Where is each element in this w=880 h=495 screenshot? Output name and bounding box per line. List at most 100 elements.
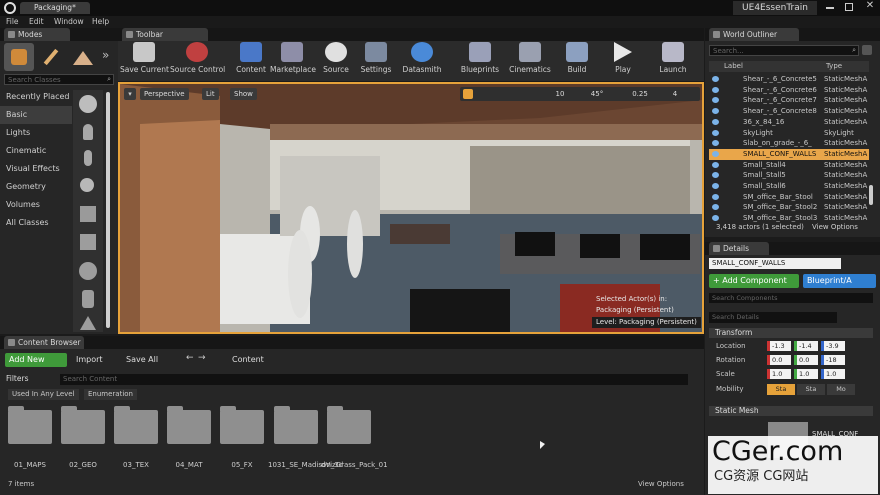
show-button[interactable]: Show (230, 88, 257, 100)
menu-help[interactable]: Help (92, 16, 109, 28)
category-cinematic[interactable]: Cinematic (0, 142, 72, 160)
category-all-classes[interactable]: All Classes (0, 214, 72, 232)
eye-icon[interactable] (712, 76, 719, 82)
cinematics-button[interactable]: Cinematics (508, 40, 552, 80)
outliner-row[interactable]: SMALL_CONF_WALLS StaticMeshA (709, 148, 869, 160)
static-mesh-header[interactable]: Static Mesh (709, 406, 873, 416)
outliner-row[interactable]: SM_office_Bar_Stool2 StaticMeshA (709, 202, 869, 213)
scale-x[interactable]: 1.0 (767, 369, 791, 379)
camera-speed-value[interactable]: 4 (668, 88, 682, 100)
outliner-col-label[interactable]: Label (724, 61, 743, 72)
eye-icon[interactable] (712, 108, 719, 115)
marketplace-button[interactable]: Marketplace (270, 40, 316, 80)
rot-snap-value[interactable]: 45° (586, 88, 608, 100)
viewport[interactable]: ▾ Perspective Lit Show 10 45° 0.25 4 Sel… (118, 82, 704, 334)
close-button[interactable]: ✕ (864, 0, 876, 14)
add-new-button[interactable]: Add New (5, 353, 67, 367)
source-button[interactable]: Source (320, 40, 352, 80)
actor-playerstart-icon[interactable] (80, 206, 96, 222)
content-path[interactable]: Content (232, 353, 264, 367)
outliner-col-type[interactable]: Type (826, 61, 842, 72)
modes-search-input[interactable]: Search Classes ⌕ (4, 74, 114, 85)
add-component-button[interactable]: + Add Component (709, 274, 799, 288)
launch-button[interactable]: Launch (656, 40, 690, 80)
folder-icon[interactable] (61, 406, 105, 444)
eye-icon[interactable] (712, 118, 719, 125)
eye-icon[interactable] (712, 129, 719, 136)
place-mode-button[interactable] (4, 43, 34, 71)
content-button[interactable]: Content (234, 40, 268, 80)
eye-icon[interactable] (712, 161, 719, 168)
lit-button[interactable]: Lit (202, 88, 219, 100)
filters-button[interactable]: Filters (6, 374, 28, 383)
content-search-input[interactable]: Search Content (60, 374, 688, 385)
rotation-x[interactable]: 0.0 (767, 355, 791, 365)
build-button[interactable]: Build (562, 40, 592, 80)
settings-button[interactable]: Settings (358, 40, 394, 80)
search-components-input[interactable]: Search Components (709, 293, 873, 303)
outliner-search-input[interactable]: Search... ⌕ (709, 45, 859, 56)
folder-icon[interactable] (220, 406, 264, 444)
viewport-options-button[interactable]: ▾ (124, 88, 136, 100)
level-tab[interactable]: Packaging* (20, 2, 90, 14)
save-current-button[interactable]: Save Current (120, 40, 169, 80)
location-z[interactable]: -3.9 (821, 341, 845, 351)
forward-arrow-icon[interactable]: → (198, 353, 206, 363)
minimize-button[interactable] (826, 7, 834, 9)
actor-cone-icon[interactable] (80, 316, 96, 330)
eye-icon[interactable] (712, 172, 719, 179)
folder-icon[interactable] (8, 406, 52, 444)
location-y[interactable]: -1.4 (794, 341, 818, 351)
menu-window[interactable]: Window (54, 16, 84, 28)
actor-sphere2-icon[interactable] (79, 262, 97, 280)
menu-file[interactable]: File (6, 16, 19, 28)
outliner-row[interactable]: Small_Stall6 StaticMeshA (709, 181, 869, 192)
rotation-y[interactable]: 0.0 (794, 355, 818, 365)
scale-z[interactable]: 1.0 (821, 369, 845, 379)
filter-chip-enum[interactable]: Enumeration (84, 389, 137, 400)
eye-icon[interactable] (712, 215, 719, 222)
folder-icon[interactable] (114, 406, 158, 444)
folder-icon[interactable] (167, 406, 211, 444)
mobility-stationary[interactable]: Sta (797, 384, 825, 395)
perspective-button[interactable]: Perspective (140, 88, 189, 100)
outliner-row[interactable]: Small_Stall5 StaticMeshA (709, 170, 869, 181)
scale-snap-value[interactable]: 0.25 (628, 88, 652, 100)
paint-mode-button[interactable] (36, 43, 66, 71)
folder-icon[interactable] (274, 406, 318, 444)
eye-icon[interactable] (712, 140, 719, 147)
category-geometry[interactable]: Geometry (0, 178, 72, 196)
outliner-row[interactable]: Shear_-_6_Concrete5 StaticMeshA (709, 74, 869, 85)
save-all-button[interactable]: Save All (126, 353, 176, 367)
actor-cube-icon[interactable] (80, 234, 96, 250)
scale-y[interactable]: 1.0 (794, 369, 818, 379)
outliner-row[interactable]: Small_Stall4 StaticMeshA (709, 160, 869, 171)
search-details-input[interactable]: Search Details (709, 312, 837, 323)
modes-tab[interactable]: Modes (4, 28, 70, 41)
landscape-mode-button[interactable] (68, 43, 98, 71)
folder-icon[interactable] (327, 406, 371, 444)
mobility-static[interactable]: Sta (767, 384, 795, 395)
grid-snap-value[interactable]: 10 (550, 88, 570, 100)
outliner-view-options[interactable]: View Options (812, 223, 858, 231)
translate-icon[interactable] (463, 89, 473, 99)
actor-character-icon[interactable] (84, 150, 92, 166)
menu-edit[interactable]: Edit (29, 16, 44, 28)
mobility-movable[interactable]: Mo (827, 384, 855, 395)
actor-sphere-icon[interactable] (79, 95, 97, 113)
eye-icon[interactable] (712, 86, 719, 93)
eye-icon[interactable] (712, 183, 719, 189)
datasmith-button[interactable]: Datasmith (400, 40, 444, 80)
eye-icon[interactable] (712, 204, 719, 211)
eye-icon[interactable] (712, 193, 719, 200)
maximize-button[interactable] (845, 3, 853, 11)
actor-name-field[interactable]: SMALL_CONF_WALLS (709, 258, 841, 269)
transform-header[interactable]: Transform (709, 328, 873, 338)
outliner-tab[interactable]: World Outliner (709, 28, 799, 41)
category-volumes[interactable]: Volumes (0, 196, 72, 214)
outliner-row[interactable]: Shear_-_6_Concrete7 StaticMeshA (709, 95, 869, 106)
outliner-row[interactable]: Slab_on_grade_-_6_ StaticMeshA (709, 138, 869, 149)
source-control-button[interactable]: Source Control (170, 40, 225, 80)
more-modes-icon[interactable]: » (102, 48, 109, 62)
category-lights[interactable]: Lights (0, 124, 72, 142)
